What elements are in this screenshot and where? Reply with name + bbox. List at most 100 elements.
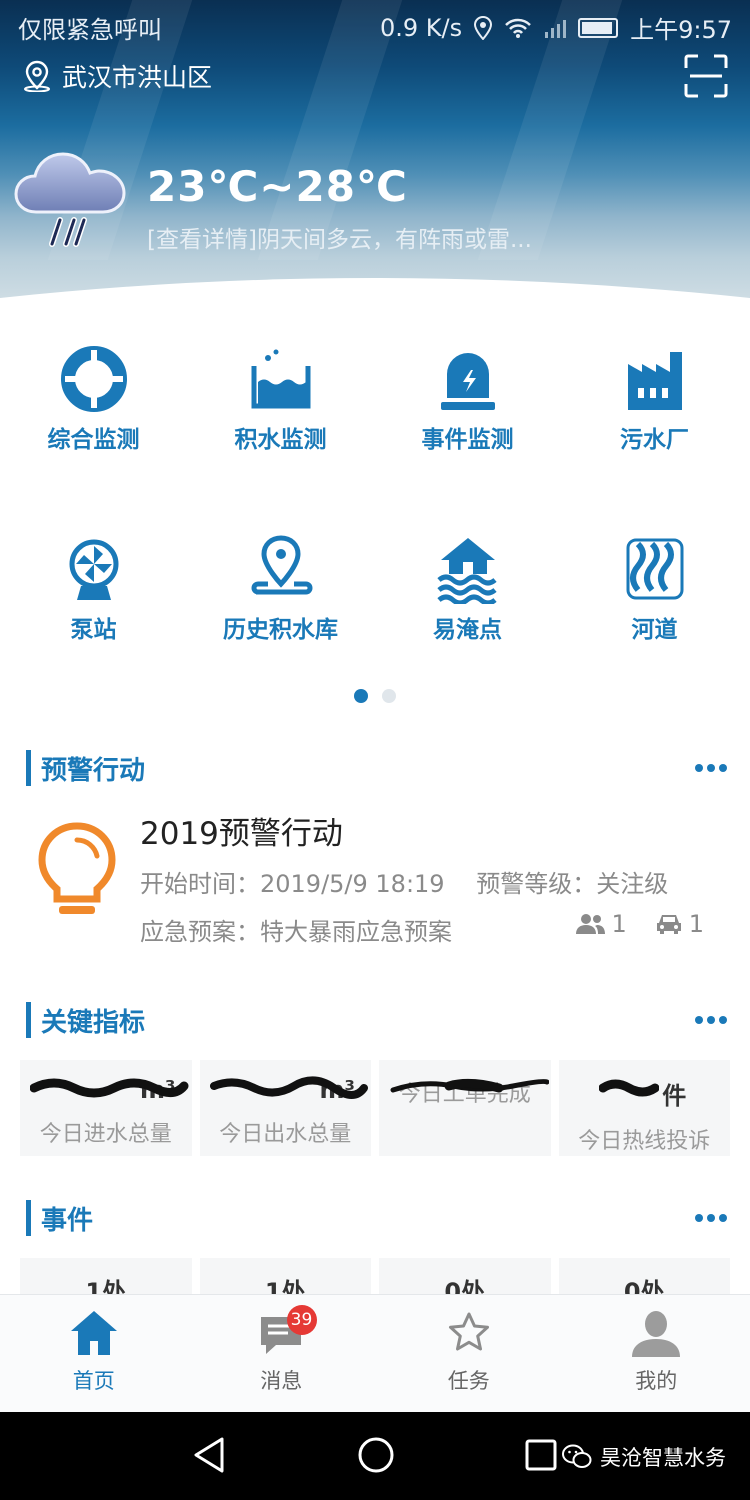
wechat-icon bbox=[562, 1444, 592, 1468]
indicator-card-hotline[interactable]: 件 今日热线投诉 bbox=[558, 1060, 730, 1156]
home-button-icon[interactable] bbox=[357, 1436, 395, 1474]
tab-messages[interactable]: 消息 39 bbox=[188, 1295, 376, 1412]
resource-counts: 1 1 bbox=[575, 910, 704, 938]
pump-fan-icon bbox=[69, 539, 118, 600]
weather-detail-link[interactable]: [查看详情]阴天间多云，有阵雨或雷... bbox=[147, 220, 532, 254]
signal-icon bbox=[545, 19, 567, 38]
location-text: 武汉市洪山区 bbox=[62, 63, 213, 92]
section-header-events: 事件 bbox=[26, 1200, 93, 1236]
warning-start-time: 开始时间：2019/5/9 18:19 预警等级：关注级 bbox=[140, 864, 668, 899]
menu-label: 泵站 bbox=[70, 617, 117, 643]
menu-item-history-waterlogging[interactable]: 历史积水库 bbox=[187, 534, 374, 644]
map-pin-icon bbox=[251, 535, 312, 595]
tab-label: 我的 bbox=[635, 1369, 678, 1393]
page-dot-active[interactable] bbox=[354, 689, 368, 703]
emergency-plan-text: 应急预案：特大暴雨应急预案 bbox=[140, 918, 452, 946]
more-icon[interactable] bbox=[694, 1213, 728, 1223]
people-count-value: 1 bbox=[611, 910, 627, 938]
redaction-scribble bbox=[209, 1076, 368, 1099]
redaction-scribble bbox=[390, 1078, 549, 1093]
indicator-card-inflow[interactable]: m³ 今日进水总量 bbox=[20, 1060, 192, 1156]
more-icon[interactable] bbox=[694, 763, 728, 773]
warning-level-text: 预警等级：关注级 bbox=[476, 870, 669, 898]
indicator-label: 今日热线投诉 bbox=[578, 1129, 711, 1154]
alarm-light-icon bbox=[440, 353, 495, 410]
section-accent-bar bbox=[26, 1002, 31, 1038]
section-accent-bar bbox=[26, 750, 31, 786]
menu-item-comprehensive-monitoring[interactable]: 综合监测 bbox=[0, 344, 187, 454]
indicator-card-workorders[interactable]: 今日工单完成 bbox=[379, 1060, 551, 1156]
menu-label: 历史积水库 bbox=[223, 617, 338, 643]
lifebuoy-icon bbox=[60, 346, 127, 412]
tab-label: 首页 bbox=[72, 1369, 115, 1393]
weather-header: 仅限紧急呼叫 0.9 K/s 上午9:57 武汉市洪山区 23℃~28℃ [查看… bbox=[0, 0, 750, 300]
menu-item-pump-station[interactable]: 泵站 bbox=[0, 534, 187, 644]
header-curve bbox=[0, 278, 750, 300]
car-icon bbox=[656, 915, 681, 934]
flooded-house-icon bbox=[436, 538, 497, 604]
people-icon bbox=[576, 914, 606, 934]
back-icon[interactable] bbox=[192, 1436, 226, 1474]
indicator-label: 今日进水总量 bbox=[39, 1122, 172, 1147]
tab-label: 消息 bbox=[260, 1369, 303, 1393]
tab-label: 任务 bbox=[447, 1369, 490, 1393]
key-indicators: m³ 今日进水总量 m³ 今日出水总量 今日工单完成 件 今日热线投诉 bbox=[20, 1060, 730, 1156]
user-icon bbox=[632, 1311, 681, 1357]
network-speed: 0.9 K/s bbox=[379, 13, 463, 42]
menu-item-waterlogging-monitoring[interactable]: 积水监测 bbox=[187, 344, 374, 454]
location-selector[interactable]: 武汉市洪山区 bbox=[22, 58, 212, 94]
start-time-text: 开始时间：2019/5/9 18:19 bbox=[140, 870, 445, 898]
tab-tasks[interactable]: 任务 bbox=[375, 1295, 563, 1412]
more-icon[interactable] bbox=[694, 1015, 728, 1025]
vehicle-count: 1 bbox=[655, 910, 704, 938]
recents-icon[interactable] bbox=[524, 1438, 558, 1472]
warning-action-title[interactable]: 2019预警行动 bbox=[140, 808, 343, 853]
vehicle-count-value: 1 bbox=[688, 910, 704, 938]
section-header-warning: 预警行动 bbox=[26, 750, 145, 786]
menu-label: 综合监测 bbox=[47, 427, 140, 453]
tab-profile[interactable]: 我的 bbox=[563, 1295, 750, 1412]
redaction-scribble bbox=[598, 1079, 659, 1097]
map-pin-icon bbox=[24, 60, 50, 92]
redaction-scribble bbox=[30, 1078, 189, 1098]
section-title: 事件 bbox=[41, 1205, 94, 1236]
scan-icon[interactable] bbox=[684, 54, 728, 98]
menu-label: 事件监测 bbox=[421, 427, 514, 453]
indicator-card-outflow[interactable]: m³ 今日出水总量 bbox=[199, 1060, 371, 1156]
system-nav-bar: 昊沧智慧水务 bbox=[0, 1412, 750, 1500]
menu-label: 积水监测 bbox=[234, 427, 327, 453]
page-dot[interactable] bbox=[382, 689, 396, 703]
temperature-range: 23℃~28℃ bbox=[147, 162, 408, 211]
water-tank-icon bbox=[251, 349, 310, 409]
watermark-text: 昊沧智慧水务 bbox=[600, 1446, 726, 1470]
menu-label: 河道 bbox=[631, 617, 678, 643]
people-count: 1 bbox=[575, 910, 627, 938]
menu-item-sewage-plant[interactable]: 污水厂 bbox=[561, 344, 748, 454]
indicator-label: 今日出水总量 bbox=[219, 1122, 352, 1147]
star-icon bbox=[448, 1312, 489, 1351]
clock: 上午9:57 bbox=[630, 16, 732, 44]
factory-icon bbox=[627, 352, 682, 410]
battery-icon bbox=[578, 17, 619, 38]
unread-badge: 39 bbox=[286, 1305, 317, 1335]
rain-cloud-icon bbox=[14, 152, 126, 247]
menu-label: 易淹点 bbox=[433, 617, 502, 643]
wifi-icon bbox=[505, 18, 531, 38]
menu-item-event-monitoring[interactable]: 事件监测 bbox=[374, 344, 561, 454]
status-bar: 仅限紧急呼叫 0.9 K/s 上午9:57 bbox=[0, 0, 750, 52]
page-indicator bbox=[354, 689, 396, 703]
section-accent-bar bbox=[26, 1200, 31, 1236]
menu-item-flood-prone-point[interactable]: 易淹点 bbox=[374, 534, 561, 644]
menu-label: 污水厂 bbox=[620, 427, 689, 453]
section-title: 关键指标 bbox=[41, 1007, 146, 1038]
location-status-icon bbox=[474, 15, 493, 40]
river-icon bbox=[626, 538, 683, 600]
section-header-indicators: 关键指标 bbox=[26, 1002, 145, 1038]
section-title: 预警行动 bbox=[41, 755, 146, 786]
watermark: 昊沧智慧水务 bbox=[562, 1442, 726, 1472]
carrier-text: 仅限紧急呼叫 bbox=[18, 16, 162, 44]
bottom-tab-bar: 首页 消息 39 任务 我的 bbox=[0, 1294, 750, 1412]
menu-item-river-channel[interactable]: 河道 bbox=[561, 534, 748, 644]
tab-home[interactable]: 首页 bbox=[0, 1295, 188, 1412]
home-icon bbox=[70, 1311, 117, 1355]
